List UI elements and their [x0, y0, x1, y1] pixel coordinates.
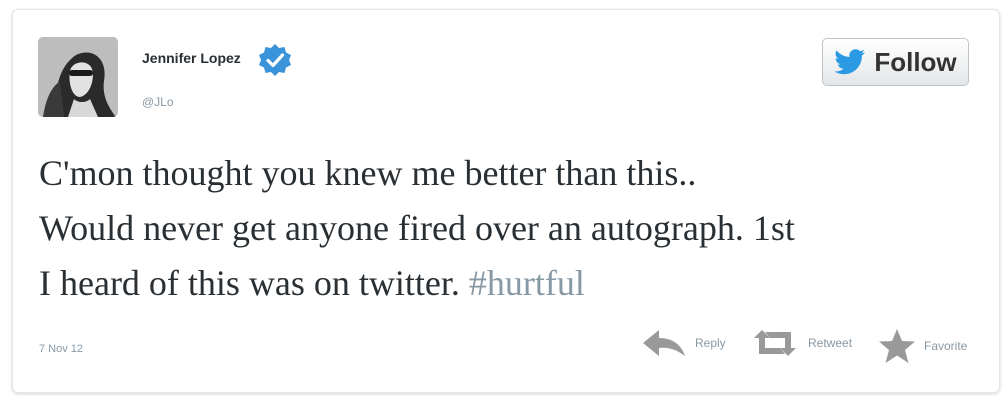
hashtag-link[interactable]: #hurtful — [469, 263, 585, 303]
twitter-bird-icon — [834, 48, 866, 74]
tweet-line-1: C'mon thought you knew me better than th… — [39, 153, 697, 193]
verified-badge-icon — [259, 44, 291, 76]
favorite-label: Favorite — [924, 339, 968, 353]
profile-photo — [38, 37, 118, 117]
tweet-text: C'mon thought you knew me better than th… — [39, 146, 979, 311]
reply-icon — [643, 330, 685, 356]
retweet-icon — [754, 330, 796, 356]
retweet-label: Retweet — [808, 336, 853, 350]
user-name[interactable]: Jennifer Lopez — [142, 50, 241, 66]
avatar[interactable] — [38, 37, 118, 117]
star-icon — [879, 329, 915, 363]
favorite-button[interactable]: Favorite — [878, 328, 967, 364]
reply-label: Reply — [695, 336, 726, 350]
tweet-line-3: I heard of this was on twitter. #hurtful — [39, 256, 979, 311]
tweet-line-2: Would never get anyone fired over an aut… — [39, 208, 795, 248]
follow-button[interactable]: Follow — [822, 38, 969, 86]
follow-label: Follow — [874, 46, 957, 77]
user-handle[interactable]: @JLo — [142, 95, 174, 109]
tweet-card: Jennifer Lopez @JLo Follow C'mon thought… — [12, 9, 1000, 393]
tweet-line-3-text: I heard of this was on twitter. — [39, 263, 469, 303]
tweet-date[interactable]: 7 Nov 12 — [39, 343, 83, 355]
reply-button[interactable]: Reply — [641, 328, 726, 358]
retweet-button[interactable]: Retweet — [750, 328, 852, 358]
